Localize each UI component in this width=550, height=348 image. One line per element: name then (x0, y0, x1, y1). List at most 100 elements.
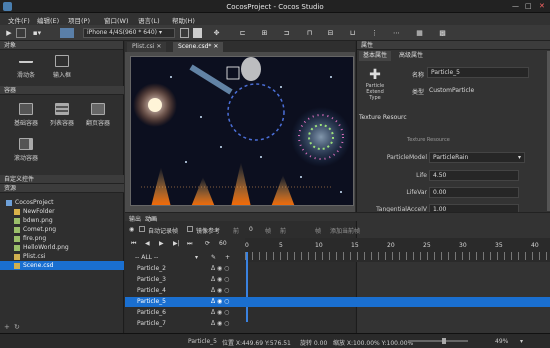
timeline-row[interactable]: Particle_3 ᐃ ◉ ○ (125, 275, 550, 285)
frame-value[interactable]: 0 (249, 226, 253, 233)
distribute-h-icon[interactable]: ⋮ (370, 28, 379, 38)
row-visibility-icons[interactable]: ᐃ ◉ ○ (211, 264, 229, 274)
next-frame-icon[interactable]: ▶| (173, 240, 180, 247)
menu-language[interactable]: 语言(L) (138, 15, 160, 25)
tree-item-bdwn[interactable]: bdwn.png (0, 216, 124, 225)
zoom-slider-handle[interactable] (442, 338, 446, 344)
maximize-button[interactable]: □ (525, 2, 532, 10)
texture-resource-hint[interactable]: Texture Resource (407, 137, 450, 143)
record-icon[interactable]: ◉ (129, 226, 134, 233)
frame-unit: 帧 (265, 228, 272, 235)
grid-icon[interactable]: ▩ (438, 28, 447, 38)
tab-output[interactable]: 输出 (129, 214, 141, 223)
timeline-ruler[interactable]: 0 5 10 15 20 25 30 35 40 (245, 238, 550, 262)
tree-item-scene[interactable]: Scene.csd (0, 261, 124, 270)
snap-icon[interactable]: ▦ (415, 28, 424, 38)
tab-animation[interactable]: 动画 (145, 214, 157, 223)
row-visibility-icons[interactable]: ᐃ ◉ ○ (211, 286, 229, 296)
refresh-icon[interactable]: ↻ (14, 323, 20, 331)
tree-item-project[interactable]: CocosProject (0, 198, 124, 207)
timeline-row[interactable]: Particle_4 ᐃ ◉ ○ (125, 286, 550, 296)
ruler-tick: 15 (351, 242, 359, 249)
lifevar-input[interactable]: 0.00 (429, 187, 519, 198)
timeline-row[interactable]: Particle_2 ᐃ ◉ ○ (125, 264, 550, 274)
pageview-control[interactable]: 翻页容器 (80, 103, 116, 127)
stop-icon[interactable] (16, 28, 26, 38)
tree-item-comet[interactable]: Comet.png (0, 225, 124, 234)
close-window-button[interactable]: ✕ (539, 2, 545, 10)
timeline-row-selected[interactable]: Particle_5 ᐃ ◉ ○ (125, 297, 550, 307)
align-middle-icon[interactable]: ⊟ (326, 28, 335, 38)
name-input[interactable]: Particle_5 (427, 67, 529, 78)
tab-close-icon[interactable]: ✕ (213, 43, 218, 50)
row-visibility-icons[interactable]: ᐃ ◉ ○ (211, 275, 229, 285)
timeline-row[interactable]: Particle_6 ᐃ ◉ ○ (125, 308, 550, 318)
folder-icon (14, 208, 20, 215)
menu-window[interactable]: 窗口(W) (104, 15, 129, 25)
scene-canvas[interactable] (130, 56, 354, 206)
panel-label: 基础容器 (13, 120, 38, 127)
align-right-icon[interactable]: ⊐ (282, 28, 291, 38)
row-visibility-icons[interactable]: ᐃ ◉ ○ (211, 308, 229, 318)
custom-controls-header[interactable]: 自定义控件 (0, 175, 124, 184)
tab-scene[interactable]: Scene.csd* ✕ (173, 42, 224, 52)
filter-select[interactable]: -- ALL -- (135, 254, 158, 261)
menu-edit[interactable]: 编辑(E) (37, 15, 59, 25)
zoom-value[interactable]: 49% (495, 338, 508, 345)
panel-control[interactable]: 基础容器 (8, 103, 44, 127)
landscape-icon[interactable] (180, 28, 189, 38)
tab-plist[interactable]: Plist.csi ✕ (127, 42, 167, 52)
fps-value[interactable]: 60 (219, 240, 227, 247)
add-icon[interactable]: + (225, 254, 230, 261)
add-resource-icon[interactable]: + (4, 323, 10, 331)
textfield-control[interactable]: 输入框 (44, 55, 80, 79)
tab-basic-properties[interactable]: 基本属性 (359, 51, 392, 61)
loop-icon[interactable]: ⟳ (205, 240, 210, 247)
timeline-row[interactable]: Particle_7 ᐃ ◉ ○ (125, 319, 550, 329)
auto-record-checkbox[interactable] (139, 226, 145, 232)
tab-advanced-properties[interactable]: 高级属性 (395, 51, 427, 61)
move-icon[interactable]: ✥ (212, 28, 221, 38)
last-frame-icon[interactable]: ⏭ (187, 240, 192, 248)
menu-project[interactable]: 项目(P) (68, 15, 90, 25)
ruler-tick: 5 (279, 242, 283, 249)
tab-close-icon[interactable]: ✕ (156, 43, 161, 50)
ruler-ticks (245, 252, 550, 260)
menu-help[interactable]: 帮助(H) (172, 15, 195, 25)
life-input[interactable]: 4.50 (429, 170, 519, 181)
align-left-icon[interactable]: ⊏ (238, 28, 247, 38)
zoom-slider[interactable] (408, 338, 468, 344)
align-top-icon[interactable]: ⊓ (305, 28, 314, 38)
align-bottom-icon[interactable]: ⊔ (348, 28, 357, 38)
prev-frame-icon[interactable]: ◀ (145, 240, 150, 247)
zoom-dropdown-icon[interactable]: ▾ (520, 338, 523, 345)
device-icon[interactable] (60, 28, 74, 38)
minimize-button[interactable]: — (512, 2, 519, 10)
mirror-checkbox[interactable] (187, 226, 193, 232)
run-icon[interactable]: ▶ (4, 28, 14, 38)
portrait-icon[interactable] (193, 28, 202, 38)
publish-icon[interactable]: ▪▾ (30, 28, 44, 38)
row-visibility-icons[interactable]: ᐃ ◉ ○ (211, 297, 229, 307)
align-center-icon[interactable]: ⊞ (260, 28, 269, 38)
menu-file[interactable]: 文件(F) (8, 15, 30, 25)
row-visibility-icons[interactable]: ᐃ ◉ ○ (211, 319, 229, 329)
slider-control[interactable]: 滑动条 (8, 55, 44, 79)
play-icon[interactable]: ▶ (159, 240, 164, 247)
distribute-v-icon[interactable]: ⋯ (392, 28, 401, 38)
particle-model-select[interactable]: ParticleRain ▾ (429, 152, 525, 163)
resolution-select[interactable]: iPhone 4/4S(960 * 640) ▾ (83, 28, 175, 38)
ruler-tick: 30 (459, 242, 467, 249)
listview-control[interactable]: 列表容器 (44, 103, 80, 127)
add-frame-button[interactable]: 添加当前帧 (330, 226, 360, 235)
type-value: CustomParticle (429, 87, 475, 94)
tree-item-plist[interactable]: Plist.csi (0, 252, 124, 261)
tree-item-fire[interactable]: fire.png (0, 234, 124, 243)
first-frame-icon[interactable]: ⏮ (131, 240, 136, 248)
edit-icon[interactable]: ✎ (211, 254, 216, 261)
scrollview-control[interactable]: 滚动容器 (8, 138, 44, 162)
row-name: Particle_5 (137, 298, 166, 305)
prop-lifevar: LifeVar 0.00 (357, 187, 550, 199)
tree-item-helloworld[interactable]: HelloWorld.png (0, 243, 124, 252)
tree-item-newfolder[interactable]: NewFolder (0, 207, 124, 216)
